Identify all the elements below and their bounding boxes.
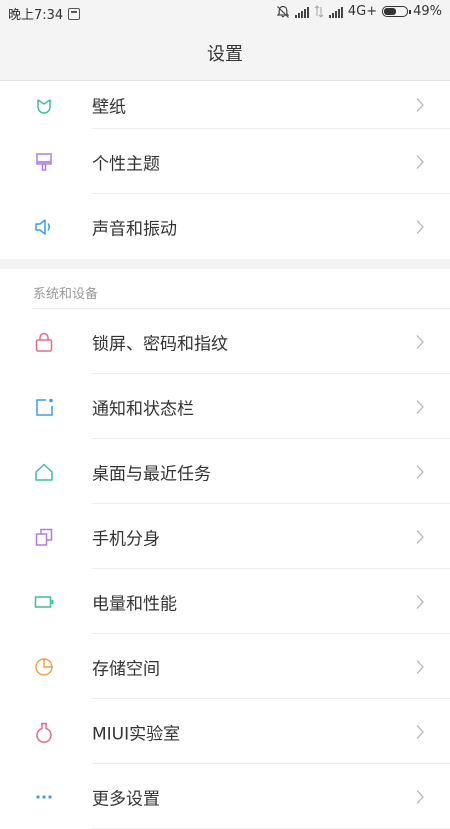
network-type: 4G+: [347, 4, 378, 19]
chevron-right-icon: [415, 399, 425, 415]
status-bar: 晚上7:34 4G+ 49%: [0, 0, 450, 26]
storage-pie-icon: [33, 656, 55, 678]
silent-bell-icon: [276, 5, 290, 18]
chevron-right-icon: [415, 464, 425, 480]
settings-item-speaker[interactable]: 声音和振动: [0, 194, 450, 259]
settings-item-lab-flask[interactable]: MIUI实验室: [0, 699, 450, 764]
speaker-icon: [33, 216, 55, 238]
settings-group-personalization: 壁纸个性主题声音和振动: [0, 81, 450, 259]
settings-item-label: 通知和状态栏: [92, 399, 194, 419]
home-icon: [33, 461, 55, 483]
settings-item-label: 存储空间: [92, 659, 160, 679]
settings-item-home[interactable]: 桌面与最近任务: [0, 439, 450, 504]
settings-item-label: 壁纸: [92, 97, 126, 118]
battery-percent: 49%: [413, 4, 442, 19]
lock-icon: [33, 331, 55, 353]
status-time: 晚上7:34: [8, 8, 64, 23]
settings-item-label: 桌面与最近任务: [92, 464, 211, 484]
settings-item-notification[interactable]: 通知和状态栏: [0, 374, 450, 439]
settings-item-label: 声音和振动: [92, 219, 177, 239]
chevron-right-icon: [415, 724, 425, 740]
settings-item-label: 手机分身: [92, 529, 160, 549]
settings-item-label: MIUI实验室: [92, 724, 181, 744]
signal-strength-icon: [294, 6, 309, 18]
settings-item-label: 电量和性能: [92, 594, 177, 614]
chevron-right-icon: [415, 154, 425, 170]
settings-item-label: 更多设置: [92, 789, 160, 809]
lab-flask-icon: [33, 721, 55, 743]
chevron-right-icon: [415, 97, 425, 113]
chevron-right-icon: [415, 659, 425, 675]
battery-icon: [33, 591, 55, 613]
settings-list: 壁纸个性主题声音和振动 系统和设备 锁屏、密码和指纹 通知和状态栏 桌面与最近任务手…: [0, 81, 450, 829]
battery-icon: [382, 6, 412, 17]
section-header: 系统和设备: [0, 269, 450, 309]
more-settings-icon: [33, 786, 55, 808]
page-header: 设置: [0, 26, 450, 81]
settings-item-lock[interactable]: 锁屏、密码和指纹: [0, 309, 450, 374]
settings-item-label: 个性主题: [92, 154, 160, 174]
settings-item-storage-pie[interactable]: 存储空间: [0, 634, 450, 699]
chevron-right-icon: [415, 219, 425, 235]
settings-group-system: 锁屏、密码和指纹 通知和状态栏 桌面与最近任务 手机分身电量和性能存储空间 MIUI实验…: [0, 309, 450, 829]
calculator-icon: [68, 7, 81, 20]
settings-item-label: 锁屏、密码和指纹: [92, 334, 228, 354]
settings-item-battery[interactable]: 电量和性能: [0, 569, 450, 634]
settings-item-dual-space[interactable]: 手机分身: [0, 504, 450, 569]
section-title: 系统和设备: [33, 287, 99, 302]
theme-brush-icon: [33, 151, 55, 173]
chevron-right-icon: [415, 334, 425, 350]
data-transfer-icon: [314, 5, 324, 18]
notification-icon: [33, 396, 55, 418]
dual-space-icon: [33, 526, 55, 548]
group-spacer: [0, 259, 450, 269]
page-title: 设置: [207, 44, 243, 65]
settings-item-wallpaper[interactable]: 壁纸: [0, 81, 450, 129]
wallpaper-icon: [33, 94, 55, 116]
chevron-right-icon: [415, 529, 425, 545]
chevron-right-icon: [415, 594, 425, 610]
chevron-right-icon: [415, 789, 425, 805]
signal-strength-icon-2: [328, 6, 343, 18]
settings-item-theme-brush[interactable]: 个性主题: [0, 129, 450, 194]
settings-item-more-settings[interactable]: 更多设置: [0, 764, 450, 829]
